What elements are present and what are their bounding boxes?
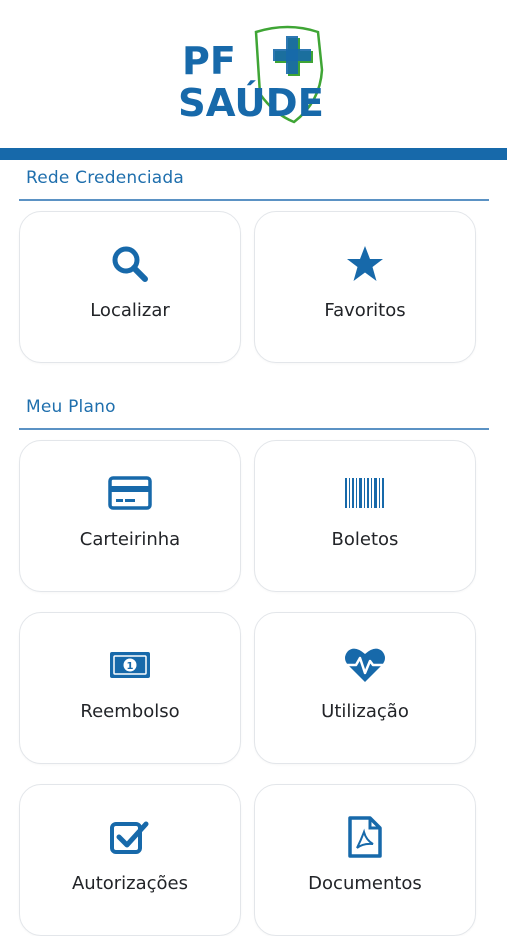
search-icon: [106, 244, 154, 284]
utilizacao-button[interactable]: Utilização: [254, 612, 476, 764]
barcode-icon: [341, 473, 389, 513]
boletos-button[interactable]: Boletos: [254, 440, 476, 592]
favoritos-label: Favoritos: [324, 300, 406, 321]
money-bill-icon: 1: [106, 645, 154, 685]
documentos-label: Documentos: [308, 873, 422, 894]
autorizacoes-button[interactable]: Autorizações: [19, 784, 241, 936]
carteirinha-label: Carteirinha: [79, 529, 181, 550]
carteirinha-button[interactable]: Carteirinha: [19, 440, 241, 592]
star-icon: [341, 244, 389, 284]
checkbox-icon: [106, 817, 154, 857]
svg-text:PF: PF: [182, 39, 236, 83]
svg-text:1: 1: [127, 661, 134, 672]
localizar-button[interactable]: Localizar: [19, 211, 241, 363]
section-title-rede-credenciada: Rede Credenciada: [26, 168, 185, 188]
utilizacao-label: Utilização: [321, 701, 409, 722]
autorizacoes-label: Autorizações: [71, 873, 189, 894]
svg-text:SAÚDE: SAÚDE: [178, 81, 324, 125]
heart-pulse-icon: [341, 645, 389, 685]
reembolso-label: Reembolso: [80, 701, 180, 722]
app-header: PF SAÚDE: [0, 0, 507, 148]
section-divider: [19, 199, 489, 201]
section-divider: [19, 428, 489, 430]
favoritos-button[interactable]: Favoritos: [254, 211, 476, 363]
credit-card-icon: [106, 473, 154, 513]
documentos-button[interactable]: Documentos: [254, 784, 476, 936]
header-divider-bar: [0, 148, 507, 160]
localizar-label: Localizar: [90, 300, 170, 321]
pdf-file-icon: [341, 816, 389, 858]
reembolso-button[interactable]: 1 Reembolso: [19, 612, 241, 764]
section-title-meu-plano: Meu Plano: [26, 397, 116, 417]
pf-saude-logo: PF SAÚDE: [178, 25, 324, 125]
boletos-label: Boletos: [331, 529, 399, 550]
